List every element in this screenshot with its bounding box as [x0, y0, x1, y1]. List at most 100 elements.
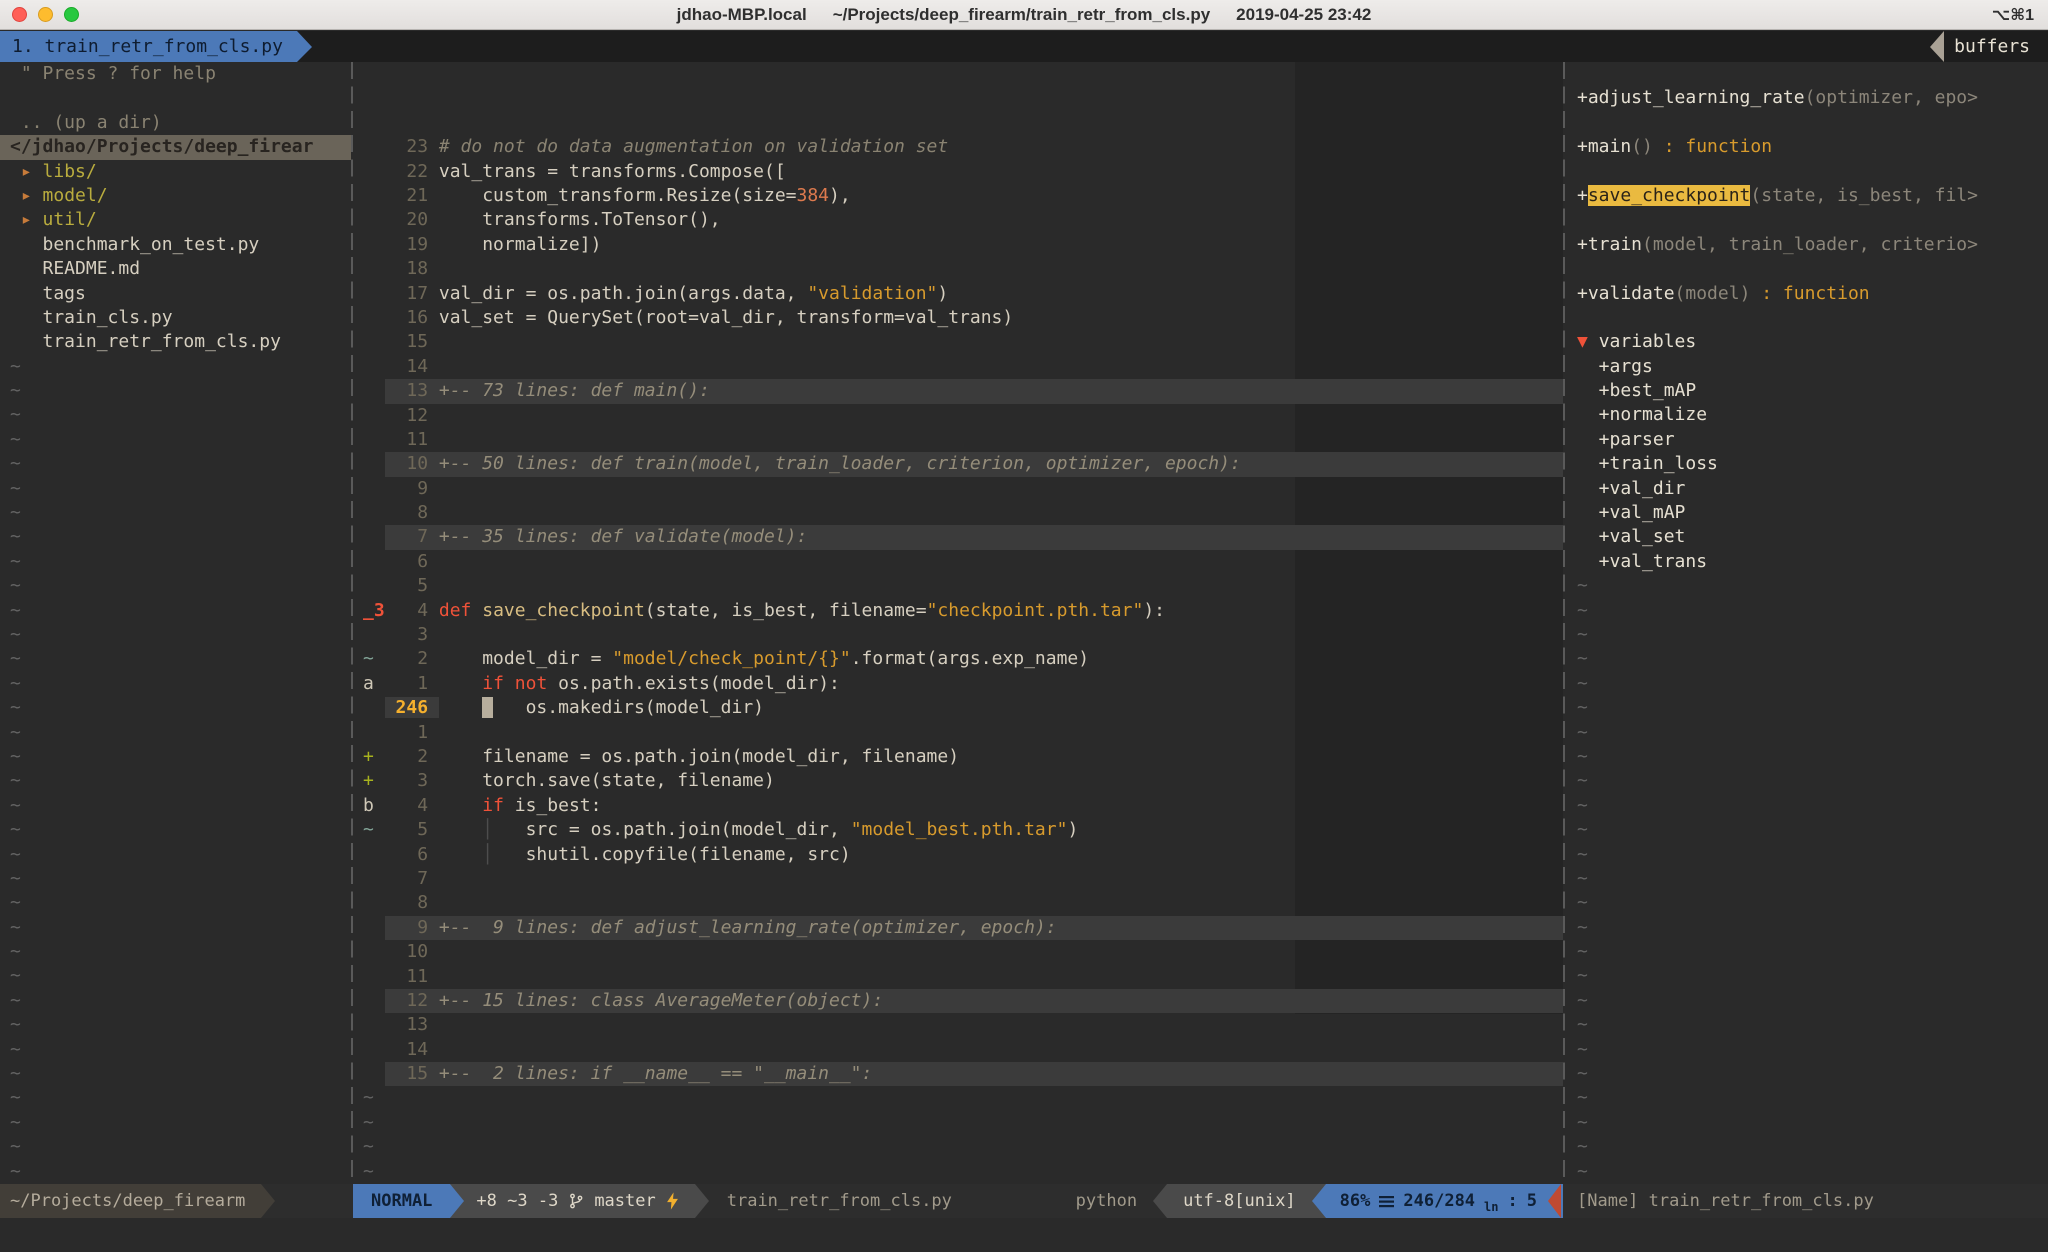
code-line[interactable]: + 3 torch.save(state, filename) [363, 769, 1563, 793]
code-line[interactable]: 18 [363, 257, 1563, 281]
sign-column [363, 551, 385, 572]
nt-file-seg: README.md [10, 258, 140, 279]
tilde: ~ [1577, 1087, 1588, 1108]
tree-up-dir[interactable]: .. (up a dir) [10, 111, 351, 135]
code-line[interactable]: 8 [363, 501, 1563, 525]
code-line[interactable]: 16 val_set = QuerySet(root=val_dir, tran… [363, 306, 1563, 330]
tag-var-args[interactable]: +args [1577, 355, 2048, 379]
code-line[interactable]: 246 os.makedirs(model_dir) [363, 696, 1563, 720]
code-line[interactable]: 5 [363, 574, 1563, 598]
code-line[interactable]: 15 [363, 330, 1563, 354]
tag-adjust-learning-rate[interactable]: +adjust_learning_rate(optimizer, epo> [1577, 86, 2048, 110]
tag-var-val-dir[interactable]: +val_dir [1577, 477, 2048, 501]
code-line[interactable]: 9 [363, 477, 1563, 501]
tilde: ~ [1577, 1014, 1588, 1035]
tagbar-blank [1577, 208, 2048, 232]
tree-blank [10, 86, 351, 110]
code-line[interactable]: 7 [363, 867, 1563, 891]
code-line[interactable]: 6 [363, 550, 1563, 574]
tree-item-model[interactable]: ▸ model/ [10, 184, 351, 208]
code-line[interactable]: 13 [363, 1013, 1563, 1037]
code-line[interactable]: 12 [363, 404, 1563, 428]
warning-arrow-icon [1548, 1184, 1561, 1218]
tag-validate[interactable]: +validate(model) : function [1577, 282, 2048, 306]
sign-column [363, 405, 385, 426]
tag-scope-variables[interactable]: ▼ variables [1577, 330, 2048, 354]
tree-item-util[interactable]: ▸ util/ [10, 208, 351, 232]
code-line[interactable]: b 4 if is_best: [363, 794, 1563, 818]
tag-train[interactable]: +train(model, train_loader, criterio> [1577, 233, 2048, 257]
empty-line: ~ [1577, 1111, 2048, 1135]
token-fd: +-- 2 lines: if __name__ == "__main__": [439, 1063, 872, 1084]
code-line[interactable]: 22 val_trans = transforms.Compose([ [363, 160, 1563, 184]
fold-line[interactable]: 13 +-- 73 lines: def main(): [363, 379, 1563, 403]
sign-column [363, 1039, 385, 1060]
token-t: os.makedirs(model_dir) [493, 697, 764, 718]
code-line[interactable]: 20 transforms.ToTensor(), [363, 208, 1563, 232]
tree-item-train-cls[interactable]: train_cls.py [10, 306, 351, 330]
menubar-shortcut: ⌥⌘1 [1992, 5, 2048, 25]
code-line[interactable]: 17 val_dir = os.path.join(args.data, "va… [363, 282, 1563, 306]
code-line[interactable]: 14 [363, 355, 1563, 379]
empty-line: ~ [10, 989, 351, 1013]
code-line[interactable]: + 2 filename = os.path.join(model_dir, f… [363, 745, 1563, 769]
close-button[interactable] [12, 7, 27, 22]
code-line[interactable]: 11 [363, 965, 1563, 989]
tbsig-seg: (state, is_best, fil> [1750, 185, 1978, 206]
fold-line[interactable]: 7 +-- 35 lines: def validate(model): [363, 525, 1563, 549]
sign-column [363, 429, 385, 450]
tag-var-train-loss[interactable]: +train_loss [1577, 452, 2048, 476]
tree-item-tags[interactable]: tags [10, 282, 351, 306]
tag-var-best-mAP[interactable]: +best_mAP [1577, 379, 2048, 403]
tab-train-retr-from-cls[interactable]: 1. train_retr_from_cls.py [0, 31, 297, 62]
code-line[interactable]: _3 4 def save_checkpoint(state, is_best,… [363, 599, 1563, 623]
code-line[interactable]: 8 [363, 891, 1563, 915]
editor-pane[interactable]: 23 # do not do data augmentation on vali… [353, 62, 1563, 1184]
token-t: val_dir = os.path.join(args.data, [439, 283, 807, 304]
line-number: 21 [385, 185, 439, 206]
fold-line[interactable]: 15 +-- 2 lines: if __name__ == "__main__… [363, 1062, 1563, 1086]
code-line[interactable]: 14 [363, 1038, 1563, 1062]
code-line[interactable]: 11 [363, 428, 1563, 452]
line-number: 11 [385, 429, 439, 450]
sign-column [363, 502, 385, 523]
fold-line[interactable]: 9 +-- 9 lines: def adjust_learning_rate(… [363, 916, 1563, 940]
minimize-button[interactable] [38, 7, 53, 22]
tag-save-checkpoint[interactable]: +save_checkpoint(state, is_best, fil> [1577, 184, 2048, 208]
code-line[interactable]: 19 normalize]) [363, 233, 1563, 257]
tag-var-val-trans[interactable]: +val_trans [1577, 550, 2048, 574]
cursor-block [482, 697, 493, 718]
code-line[interactable]: 3 [363, 623, 1563, 647]
tag-var-normalize[interactable]: +normalize [1577, 403, 2048, 427]
tree-root[interactable]: </jdhao/Projects/deep_firear [0, 135, 351, 159]
nerdtree-pane: " Press ? for help .. (up a dir)</jdhao/… [0, 62, 351, 1184]
code-line[interactable]: ~ 5 │ src = os.path.join(model_dir, "mod… [363, 818, 1563, 842]
code-line[interactable]: 10 [363, 940, 1563, 964]
fold-line[interactable]: 12 +-- 15 lines: class AverageMeter(obje… [363, 989, 1563, 1013]
empty-line: ~ [1577, 818, 2048, 842]
code-line[interactable]: 21 custom_transform.Resize(size=384), [363, 184, 1563, 208]
tag-var-val-set[interactable]: +val_set [1577, 525, 2048, 549]
tag-var-val-mAP[interactable]: +val_mAP [1577, 501, 2048, 525]
code-line[interactable]: 6 │ shutil.copyfile(filename, src) [363, 843, 1563, 867]
code-line[interactable]: ~ 2 model_dir = "model/check_point/{}".f… [363, 647, 1563, 671]
code-line[interactable]: a 1 if not os.path.exists(model_dir): [363, 672, 1563, 696]
code-line[interactable]: 1 [363, 721, 1563, 745]
tb-seg: +val_trans [1577, 551, 1707, 572]
zoom-button[interactable] [64, 7, 79, 22]
sign-mod: ~ [363, 648, 385, 669]
tree-item-libs[interactable]: ▸ libs/ [10, 160, 351, 184]
tag-var-parser[interactable]: +parser [1577, 428, 2048, 452]
code-line[interactable]: 23 # do not do data augmentation on vali… [363, 135, 1563, 159]
empty-line: ~ [1577, 891, 2048, 915]
tilde: ~ [1577, 965, 1588, 986]
empty-line: ~ [363, 1111, 1563, 1135]
tree-item-benchmark-on-test[interactable]: benchmark_on_test.py [10, 233, 351, 257]
empty-line: ~ [1577, 1062, 2048, 1086]
empty-line: ~ [363, 1160, 1563, 1184]
tree-item-readme[interactable]: README.md [10, 257, 351, 281]
fold-line[interactable]: 10 +-- 50 lines: def train(model, train_… [363, 452, 1563, 476]
tag-main[interactable]: +main() : function [1577, 135, 2048, 159]
token-fd: +-- 15 lines: class AverageMeter(object)… [439, 990, 883, 1011]
tree-item-train-retr-from-cls[interactable]: train_retr_from_cls.py [10, 330, 351, 354]
